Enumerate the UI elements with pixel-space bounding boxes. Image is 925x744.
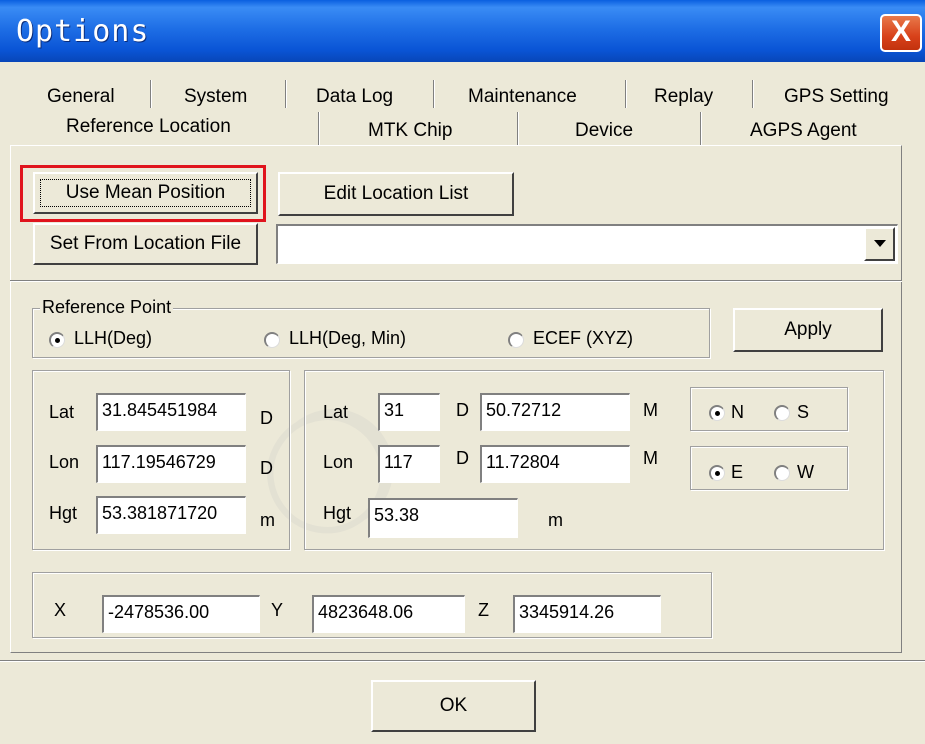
tab-gps-setting[interactable]: GPS Setting: [784, 86, 889, 108]
lat-min-field[interactable]: 50.72712: [480, 393, 630, 431]
radio-llh-deg-min[interactable]: [264, 332, 280, 348]
lat-label: Lat: [49, 402, 75, 422]
tab-general[interactable]: General: [47, 86, 115, 108]
tab-divider: [285, 80, 287, 108]
lon-d-unit: D: [456, 448, 469, 468]
radio-ecef-label[interactable]: ECEF (XYZ): [533, 328, 633, 349]
radio-east[interactable]: [709, 465, 725, 481]
tab-divider: [625, 80, 627, 108]
hgt-dm-field[interactable]: 53.38: [368, 498, 518, 538]
tab-divider: [517, 112, 519, 146]
radio-north-label[interactable]: N: [731, 402, 744, 423]
hgt-dm-unit: m: [548, 510, 563, 530]
lon-dm-label: Lon: [323, 452, 354, 472]
options-dialog: ❍ Options X General System Data Log Main…: [0, 0, 925, 744]
lat-unit: D: [260, 408, 273, 428]
tab-replay[interactable]: Replay: [654, 86, 713, 108]
ok-label: OK: [439, 695, 468, 716]
lat-deg-field[interactable]: 31.845451984: [96, 393, 246, 431]
tab-data-log[interactable]: Data Log: [316, 86, 393, 108]
edit-location-list-label: Edit Location List: [323, 183, 469, 204]
z-field[interactable]: 3345914.26: [513, 595, 661, 633]
radio-ecef[interactable]: [508, 332, 524, 348]
window-title: Options: [16, 14, 150, 49]
apply-button[interactable]: Apply: [733, 308, 883, 352]
tab-mtk-chip[interactable]: MTK Chip: [368, 120, 452, 142]
hgt-label: Hgt: [49, 503, 78, 523]
x-label: X: [54, 600, 67, 620]
radio-north[interactable]: [709, 405, 725, 421]
lon-min-field[interactable]: 11.72804: [480, 445, 630, 483]
tab-maintenance[interactable]: Maintenance: [468, 86, 577, 108]
hgt-unit: m: [260, 510, 275, 530]
tab-divider: [433, 80, 435, 108]
title-bar[interactable]: Options X: [0, 0, 925, 62]
lon-m-unit: M: [643, 448, 658, 468]
radio-west-label[interactable]: W: [797, 462, 814, 483]
lon-deg-int-field[interactable]: 117: [378, 445, 440, 483]
set-from-location-file-label: Set From Location File: [49, 233, 242, 254]
location-file-dropdown[interactable]: [276, 224, 898, 264]
tab-system[interactable]: System: [184, 86, 247, 108]
tab-agps-agent[interactable]: AGPS Agent: [750, 120, 857, 142]
lon-deg-field[interactable]: 117.19546729: [96, 445, 246, 483]
apply-label: Apply: [784, 319, 832, 340]
radio-llh-deg[interactable]: [49, 332, 65, 348]
lat-m-unit: M: [643, 400, 658, 420]
chevron-down-icon: [874, 240, 886, 247]
highlight-box: [20, 165, 266, 222]
tab-divider: [150, 80, 152, 108]
tab-device[interactable]: Device: [575, 120, 633, 142]
radio-east-label[interactable]: E: [731, 462, 743, 483]
lat-d-unit: D: [456, 400, 469, 420]
dropdown-arrow-button[interactable]: [864, 227, 895, 261]
tab-divider: [752, 80, 754, 108]
tab-divider: [318, 112, 320, 146]
close-button[interactable]: X: [880, 14, 922, 52]
z-label: Z: [478, 600, 489, 620]
reference-point-label: Reference Point: [40, 297, 174, 318]
ok-button[interactable]: OK: [371, 680, 536, 732]
panel-divider: [10, 280, 902, 282]
tab-reference-location[interactable]: Reference Location: [66, 116, 231, 138]
set-from-location-file-button[interactable]: Set From Location File: [33, 223, 258, 265]
tab-divider: [700, 112, 702, 146]
y-label: Y: [271, 600, 284, 620]
hgt-dm-label: Hgt: [323, 503, 352, 523]
close-icon: X: [890, 15, 911, 48]
edit-location-list-button[interactable]: Edit Location List: [278, 172, 514, 216]
radio-llh-deg-label[interactable]: LLH(Deg): [74, 328, 152, 349]
lat-dm-label: Lat: [323, 402, 349, 422]
radio-west[interactable]: [774, 465, 790, 481]
radio-llh-deg-min-label[interactable]: LLH(Deg, Min): [289, 328, 406, 349]
lon-unit: D: [260, 458, 273, 478]
y-field[interactable]: 4823648.06: [312, 595, 465, 633]
x-field[interactable]: -2478536.00: [102, 595, 260, 633]
footer-divider: [0, 660, 925, 662]
radio-south[interactable]: [774, 405, 790, 421]
radio-south-label[interactable]: S: [797, 402, 809, 423]
hgt-field[interactable]: 53.381871720: [96, 496, 246, 534]
lon-label: Lon: [49, 452, 80, 472]
lat-deg-int-field[interactable]: 31: [378, 393, 440, 431]
